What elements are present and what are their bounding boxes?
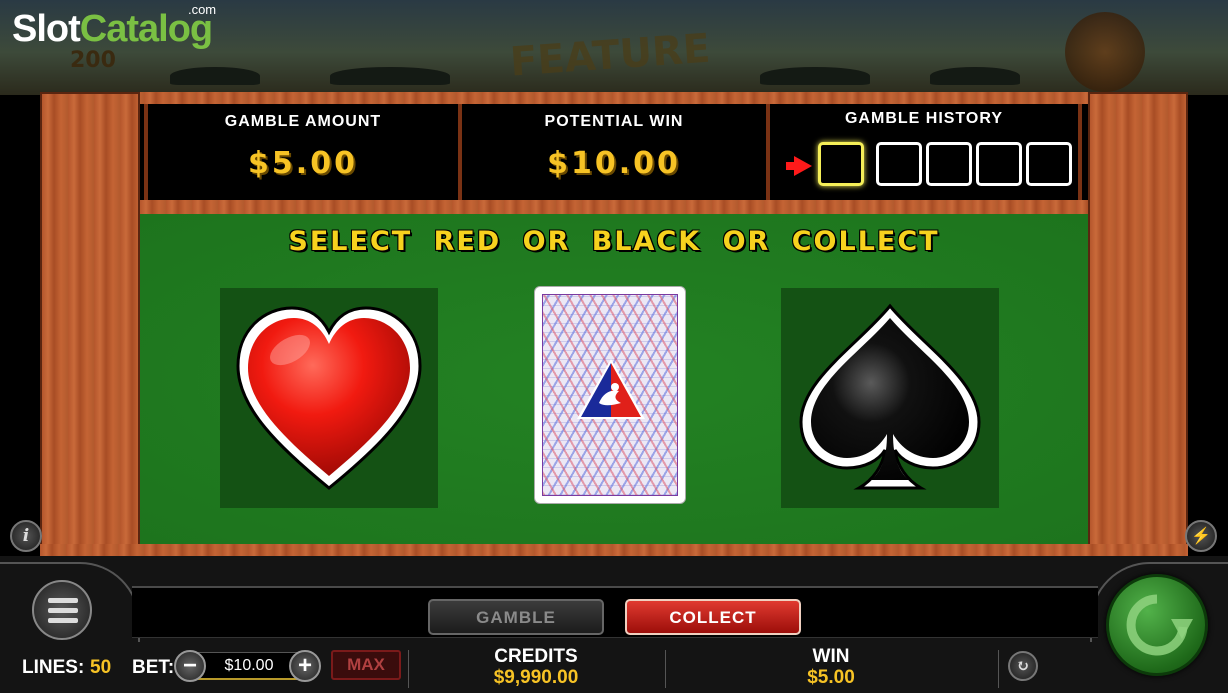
game-logo: FEATURE xyxy=(508,25,712,86)
action-tray xyxy=(132,586,1098,638)
site-logo: SlotCatalog .com xyxy=(12,2,216,51)
max-bet-button[interactable]: MAX xyxy=(331,650,401,680)
bet-value-field: $10.00 xyxy=(195,652,303,680)
gamble-button[interactable]: GAMBLE xyxy=(428,599,604,635)
autoplay-icon[interactable]: ↻ xyxy=(1008,651,1038,681)
tree-silhouette xyxy=(930,67,1020,85)
gamble-amount-panel: GAMBLE AMOUNT $5.00 xyxy=(144,104,462,200)
win-value: $5.00 xyxy=(807,667,855,688)
wood-frame-top xyxy=(40,92,1188,104)
heart-icon xyxy=(236,306,422,490)
spin-arrow-icon xyxy=(1126,594,1193,656)
credits-label: CREDITS xyxy=(494,646,578,667)
gamble-history-panel: GAMBLE HISTORY xyxy=(766,104,1082,200)
menu-button[interactable] xyxy=(32,580,92,640)
bar-divider xyxy=(998,650,999,688)
turbo-icon[interactable]: ⚡ xyxy=(1185,520,1217,552)
history-slot xyxy=(976,142,1022,186)
logo-domain-text: .com xyxy=(187,2,217,17)
bet-label: BET: xyxy=(132,657,175,678)
menu-line xyxy=(48,598,78,603)
wood-frame-bottom xyxy=(40,544,1188,556)
black-choice-button[interactable] xyxy=(781,288,999,508)
bet-increase-button[interactable]: + xyxy=(289,650,321,682)
bar-divider xyxy=(665,650,666,688)
history-pointer-arrow-icon xyxy=(786,156,812,176)
tree-silhouette xyxy=(170,67,260,85)
collect-button[interactable]: COLLECT xyxy=(625,599,801,635)
background-badge: 200 xyxy=(70,48,116,73)
gamble-instruction: SELECT RED OR BLACK OR COLLECT xyxy=(288,226,940,257)
history-slot xyxy=(818,142,864,186)
menu-line xyxy=(48,608,78,613)
tree-silhouette xyxy=(330,67,450,85)
history-slot xyxy=(876,142,922,186)
face-down-card xyxy=(534,286,686,504)
info-icon[interactable]: i xyxy=(10,520,42,552)
lion-icon xyxy=(1065,12,1145,92)
gamble-table: SELECT RED OR BLACK OR COLLECT xyxy=(140,214,1088,544)
bar-divider xyxy=(408,650,409,688)
wood-frame-divider xyxy=(140,200,1088,214)
potential-win-panel: POTENTIAL WIN $10.00 xyxy=(458,104,770,200)
logo-slot-text: Slot xyxy=(12,8,81,50)
gamble-amount-label: GAMBLE AMOUNT xyxy=(224,113,382,130)
credits-value: $9,990.00 xyxy=(493,667,579,688)
wood-frame-left xyxy=(40,92,140,554)
win-label: WIN xyxy=(812,646,850,667)
tree-silhouette xyxy=(760,67,870,85)
gamble-history-label: GAMBLE HISTORY xyxy=(844,110,1003,127)
gamble-amount-value: $5.00 xyxy=(248,146,358,181)
history-slot xyxy=(926,142,972,186)
lines-value: 50 xyxy=(90,657,112,678)
potential-win-label: POTENTIAL WIN xyxy=(544,113,684,130)
history-slot xyxy=(1026,142,1072,186)
red-choice-button[interactable] xyxy=(220,288,438,508)
lines-label: LINES: xyxy=(22,657,85,678)
menu-line xyxy=(48,618,78,623)
wood-frame-right xyxy=(1088,92,1188,554)
spade-icon xyxy=(799,303,981,490)
bet-decrease-button[interactable]: − xyxy=(174,650,206,682)
potential-win-value: $10.00 xyxy=(547,146,681,181)
card-emblem-icon xyxy=(577,359,645,419)
spin-button[interactable] xyxy=(1106,574,1208,676)
